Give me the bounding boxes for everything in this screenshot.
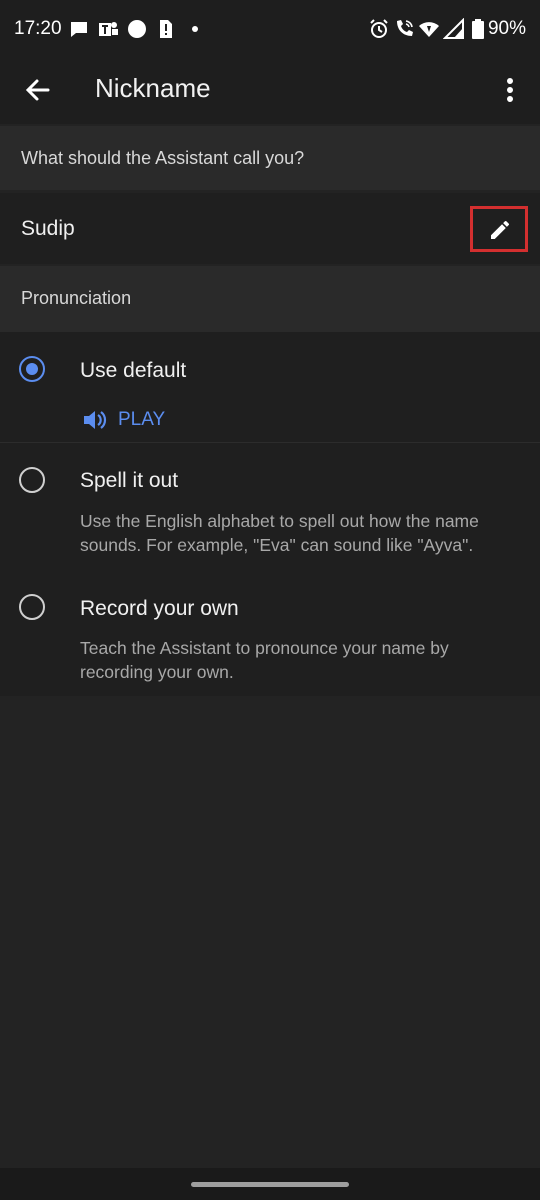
home-gesture-handle[interactable] bbox=[191, 1182, 349, 1187]
status-time: 17:20 bbox=[14, 18, 62, 39]
nickname-prompt: What should the Assistant call you? bbox=[21, 148, 305, 168]
back-arrow-icon[interactable] bbox=[22, 74, 54, 106]
wifi-call-icon bbox=[397, 20, 413, 36]
use-default-label: Use default bbox=[80, 359, 187, 382]
option-use-default[interactable]: Use default bbox=[0, 340, 540, 400]
nickname-row: Sudip bbox=[0, 193, 540, 264]
pronunciation-heading: Pronunciation bbox=[21, 288, 132, 308]
use-default-radio[interactable] bbox=[19, 356, 45, 382]
spell-it-out-description: Use the English alphabet to spell out ho… bbox=[80, 511, 479, 555]
app-bar: Nickname bbox=[0, 58, 540, 124]
battery-icon bbox=[472, 19, 484, 39]
spell-it-out-label: Spell it out bbox=[80, 469, 179, 492]
status-bar: 17:20 90% bbox=[0, 0, 540, 58]
record-your-own-label: Record your own bbox=[80, 597, 239, 620]
nickname-section-header: What should the Assistant call you? bbox=[0, 126, 540, 190]
pencil-icon bbox=[491, 220, 510, 239]
speaker-icon bbox=[84, 411, 107, 429]
play-label: PLAY bbox=[118, 409, 166, 430]
alarm-icon bbox=[370, 19, 388, 38]
teams-icon bbox=[99, 22, 118, 36]
dot-icon bbox=[192, 26, 198, 32]
more-options-icon[interactable] bbox=[498, 72, 522, 108]
edit-nickname-button[interactable] bbox=[470, 206, 528, 252]
page-title: Nickname bbox=[95, 73, 211, 103]
pronunciation-section-header: Pronunciation bbox=[0, 266, 540, 332]
nickname-value: Sudip bbox=[21, 217, 75, 240]
navigation-bar bbox=[0, 1168, 540, 1200]
option-record-your-own[interactable]: Record your own Teach the Assistant to p… bbox=[0, 580, 540, 692]
spell-it-out-radio[interactable] bbox=[19, 467, 45, 493]
wifi-icon bbox=[419, 22, 439, 37]
signal-icon bbox=[443, 18, 464, 39]
record-your-own-description: Teach the Assistant to pronounce your na… bbox=[80, 638, 449, 682]
option-spell-it-out[interactable]: Spell it out Use the English alphabet to… bbox=[0, 452, 540, 572]
battery-percentage: 90% bbox=[487, 18, 526, 39]
circle-icon bbox=[128, 20, 146, 38]
divider bbox=[0, 442, 540, 443]
record-your-own-radio[interactable] bbox=[19, 594, 45, 620]
chat-bubble-icon bbox=[71, 22, 87, 37]
nickname-screen: 17:20 90% Nickname What should the Assis… bbox=[0, 0, 540, 1200]
sim-alert-icon bbox=[160, 20, 172, 38]
